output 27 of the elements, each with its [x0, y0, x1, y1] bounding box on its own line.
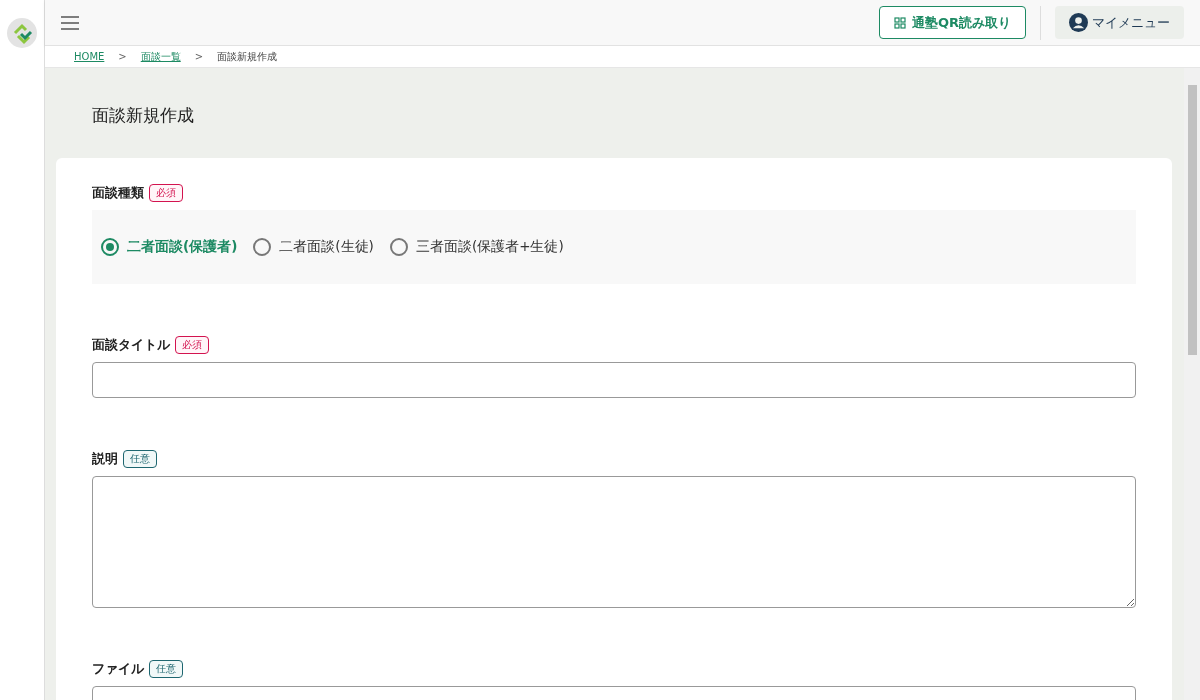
field-label: 面談種類: [92, 184, 144, 202]
radio-option[interactable]: 三者面談(保護者+生徒): [389, 238, 564, 256]
optional-tag: 任意: [149, 660, 183, 678]
radio-option[interactable]: 二者面談(保護者): [101, 238, 238, 256]
user-icon: [1069, 13, 1088, 32]
qr-code-icon: [893, 16, 906, 29]
radio-option[interactable]: 二者面談(生徒): [253, 238, 374, 256]
page-title: 面談新規作成: [91, 104, 195, 127]
field-label: 面談タイトル: [92, 336, 170, 354]
required-tag: 必須: [149, 184, 183, 202]
breadcrumb-separator: >: [117, 51, 128, 62]
field-label: 説明: [92, 450, 118, 468]
breadcrumb-separator: >: [193, 51, 205, 62]
input-field[interactable]: [92, 362, 1136, 398]
menu-button[interactable]: [61, 15, 79, 30]
menu-icon: [61, 15, 79, 30]
breadcrumb-link[interactable]: 面談一覧: [140, 49, 181, 64]
breadcrumb-current: 面談新規作成: [217, 49, 278, 64]
textarea-field[interactable]: [92, 476, 1136, 608]
required-tag: 必須: [175, 336, 209, 354]
logo-icon: [7, 18, 37, 48]
my-menu-button[interactable]: マイメニュー: [1055, 6, 1184, 39]
optional-tag: 任意: [123, 450, 157, 468]
scrollbar[interactable]: [1184, 68, 1200, 700]
qr-scan-button[interactable]: 通塾QR読み取り: [878, 6, 1026, 39]
breadcrumb-link[interactable]: HOME: [74, 51, 105, 62]
field-label: ファイル: [92, 660, 144, 678]
